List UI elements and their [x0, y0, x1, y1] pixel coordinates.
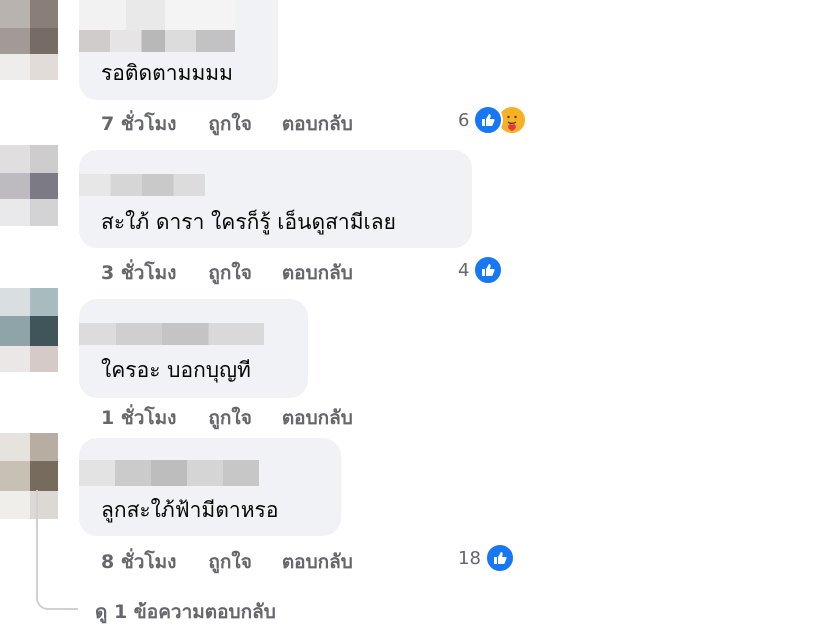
comment-time[interactable]: 7 ชั่วโมง — [101, 109, 176, 139]
thumbs-up-icon — [484, 543, 515, 573]
like-button[interactable]: ถูกใจ — [208, 258, 251, 288]
comment-actions: 3 ชั่วโมง ถูกใจ ตอบกลับ — [101, 258, 353, 288]
comment-bubble: ลูกสะใภ้ฟ้ามีตาหรอ — [79, 438, 341, 536]
reaction-count: 4 — [458, 259, 470, 281]
commenter-name-blurred[interactable] — [79, 30, 235, 52]
commenter-name-blurred[interactable] — [79, 460, 259, 486]
comment-text: ลูกสะใภ้ฟ้ามีตาหรอ — [101, 498, 279, 522]
comment-text: รอติดตามมมม — [101, 61, 233, 85]
thumbs-up-icon — [473, 255, 504, 285]
reply-button[interactable]: ตอบกลับ — [282, 547, 353, 577]
reply-button[interactable]: ตอบกลับ — [282, 258, 353, 288]
commenter-name-blurred[interactable] — [79, 174, 205, 196]
comment-bubble: ใครอะ บอกบุญที — [79, 299, 308, 398]
comment-bubble: สะใภ้ ดารา ใครก็รู้ เอ็นดูสามีเลย — [79, 150, 472, 248]
comment-actions: 8 ชั่วโมง ถูกใจ ตอบกลับ — [101, 547, 353, 577]
reaction-count: 18 — [458, 547, 481, 569]
reaction-summary[interactable]: 6 — [458, 105, 528, 135]
like-button[interactable]: ถูกใจ — [208, 547, 251, 577]
commenter-name-blurred[interactable] — [79, 323, 264, 345]
view-replies-link[interactable]: ดู 1 ข้อความตอบกลับ — [95, 597, 276, 627]
reply-button[interactable]: ตอบกลับ — [282, 109, 353, 139]
comment-time[interactable]: 3 ชั่วโมง — [101, 258, 176, 288]
reply-thread-line — [36, 490, 78, 610]
comment-actions: 7 ชั่วโมง ถูกใจ ตอบกลับ — [101, 109, 353, 139]
comment-time[interactable]: 1 ชั่วโมง — [101, 403, 176, 433]
thumbs-up-icon — [473, 105, 504, 135]
comment-bubble: รอติดตามมมม — [79, 0, 278, 100]
like-button[interactable]: ถูกใจ — [208, 109, 251, 139]
like-button[interactable]: ถูกใจ — [208, 403, 251, 433]
comment-text: สะใภ้ ดารา ใครก็รู้ เอ็นดูสามีเลย — [101, 210, 396, 234]
reaction-count: 6 — [458, 109, 470, 131]
comment-time[interactable]: 8 ชั่วโมง — [101, 547, 176, 577]
reply-button[interactable]: ตอบกลับ — [282, 403, 353, 433]
reaction-summary[interactable]: 18 — [458, 543, 515, 573]
comment-text: ใครอะ บอกบุญที — [101, 358, 251, 382]
reaction-summary[interactable]: 4 — [458, 255, 504, 285]
comment-actions: 1 ชั่วโมง ถูกใจ ตอบกลับ — [101, 403, 353, 433]
